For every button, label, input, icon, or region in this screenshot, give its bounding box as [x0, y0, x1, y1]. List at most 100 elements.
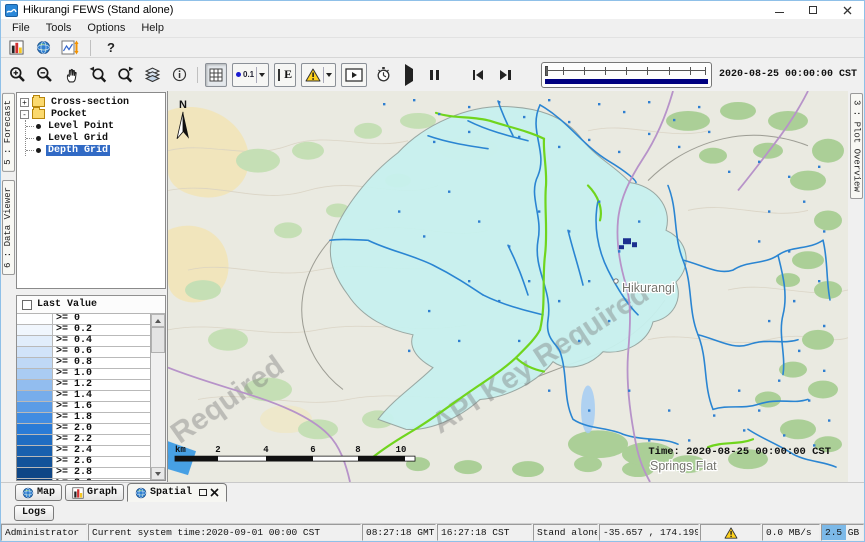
skip-to-start-button[interactable]	[473, 70, 484, 80]
chevron-down-icon	[326, 73, 332, 77]
legend-swatch	[17, 347, 53, 357]
menu-bar: File Tools Options Help	[1, 19, 864, 37]
close-tab-icon[interactable]	[210, 488, 219, 497]
title-bar: Hikurangi FEWS (Stand alone)	[1, 1, 864, 19]
scroll-up-button[interactable]	[151, 314, 165, 327]
skip-start-icon	[476, 70, 483, 80]
status-warning-cell	[700, 524, 761, 541]
logs-row: Logs	[1, 502, 864, 523]
playback-controls	[405, 69, 528, 81]
zoom-out-icon	[36, 66, 53, 83]
zoom-in-button[interactable]	[6, 63, 28, 87]
collapse-icon[interactable]: -	[20, 110, 29, 119]
close-icon	[843, 6, 852, 15]
status-bar: Administrator Current system time:2020-0…	[1, 523, 864, 541]
svg-text:2: 2	[215, 445, 220, 455]
logs-button[interactable]: Logs	[14, 505, 54, 521]
legend-swatch	[17, 380, 53, 390]
zoom-next-button[interactable]	[114, 63, 136, 87]
spatial-display-button[interactable]	[61, 39, 79, 56]
tree-item-level-grid[interactable]: Level Grid	[26, 132, 165, 144]
tree-item-level-point[interactable]: Level Point	[26, 120, 165, 132]
data-display-button[interactable]	[7, 39, 25, 56]
info-button[interactable]	[168, 63, 190, 87]
map-toolbar: 0.1 E	[1, 58, 864, 91]
app-window: Hikurangi FEWS (Stand alone) File Tools …	[0, 0, 865, 542]
town-marker	[614, 279, 618, 283]
scale-button[interactable]: E	[274, 63, 296, 87]
pan-button[interactable]	[60, 63, 82, 87]
timeline-slider[interactable]	[541, 62, 712, 88]
legend-swatch	[17, 424, 53, 434]
menu-help[interactable]: Help	[134, 21, 171, 35]
minimize-button[interactable]	[762, 1, 796, 19]
show-grid-button[interactable]	[205, 63, 227, 87]
tree-item-depth-grid[interactable]: Depth Grid	[26, 144, 165, 156]
layers-button[interactable]	[141, 63, 163, 87]
legend-swatch	[17, 457, 53, 467]
tree-item-pocket[interactable]: - Pocket	[20, 108, 165, 120]
svg-text:4: 4	[263, 445, 269, 455]
maximize-button[interactable]	[796, 1, 830, 19]
tab-spatial[interactable]: Spatial	[127, 483, 227, 502]
app-logo-icon	[5, 4, 18, 17]
warning-icon	[305, 68, 321, 82]
tab-data-viewer[interactable]: 6 : Data Viewer	[2, 180, 15, 275]
legend-swatch	[17, 369, 53, 379]
movie-player-button[interactable]	[341, 63, 367, 87]
pause-icon	[430, 70, 439, 80]
info-icon	[172, 67, 187, 82]
legend-swatch	[17, 413, 53, 423]
tree-item-cross-section[interactable]: + Cross-section	[20, 96, 165, 108]
pause-button[interactable]	[430, 70, 439, 80]
legend-list: >= 0 >= 0.2 >= 0.4 >= 0.6 >= 0.8 >= 1.0 …	[17, 314, 151, 480]
menu-options[interactable]: Options	[80, 21, 132, 35]
map-time-label: Time: 2020-08-25 00:00:00 CST	[648, 446, 831, 458]
north-label: N	[179, 99, 187, 111]
bullet-icon	[36, 148, 41, 153]
maximize-icon	[809, 6, 817, 14]
tab-forecast[interactable]: 5 : Forecast	[2, 93, 15, 172]
scrollbar-thumb[interactable]	[151, 327, 165, 353]
dot-size-dropdown[interactable]: 0.1	[232, 63, 269, 87]
map-display-button[interactable]	[34, 39, 52, 56]
legend-swatch	[17, 314, 53, 324]
close-button[interactable]	[830, 1, 864, 19]
play-button[interactable]	[405, 69, 413, 81]
last-value-checkbox[interactable]	[22, 300, 32, 310]
map-view[interactable]: API Key Required API Key Required	[168, 91, 848, 482]
mode-label: Stand alone	[533, 524, 598, 541]
bullet-icon	[36, 124, 41, 129]
zoom-next-icon	[116, 66, 134, 83]
arrow-down-icon	[155, 472, 161, 476]
svg-text:8: 8	[355, 445, 360, 455]
expand-icon[interactable]: +	[20, 98, 29, 107]
skip-to-end-button[interactable]	[500, 70, 511, 80]
maximize-tab-icon[interactable]	[199, 489, 207, 496]
minimize-icon	[775, 12, 784, 13]
help-button[interactable]: ?	[102, 39, 120, 56]
layers-icon	[144, 67, 161, 83]
svg-text:10: 10	[396, 445, 407, 455]
menu-tools[interactable]: Tools	[39, 21, 79, 35]
animation-timer-button[interactable]	[372, 63, 394, 87]
tab-plot-overview[interactable]: 3 : Plot Overview	[850, 93, 863, 199]
download-speed-label: 0.0 MB/s	[762, 524, 820, 541]
globe-icon	[135, 487, 147, 499]
bullet-icon	[36, 136, 41, 141]
legend-swatch	[17, 391, 53, 401]
zoom-out-button[interactable]	[33, 63, 55, 87]
warning-icon	[724, 527, 738, 539]
tab-graph[interactable]: Graph	[65, 484, 124, 501]
thresholds-dropdown[interactable]	[301, 63, 336, 87]
zoom-previous-button[interactable]	[87, 63, 109, 87]
legend-row[interactable]: >= 3.0	[17, 479, 150, 480]
chevron-down-icon	[259, 73, 265, 77]
tab-map[interactable]: Map	[15, 484, 62, 501]
legend-scrollbar[interactable]	[151, 314, 165, 480]
tree-item-label: Pocket	[49, 109, 89, 120]
menu-file[interactable]: File	[5, 21, 37, 35]
zoom-previous-icon	[89, 66, 107, 83]
scroll-down-button[interactable]	[151, 467, 165, 480]
legend-swatch	[17, 358, 53, 368]
